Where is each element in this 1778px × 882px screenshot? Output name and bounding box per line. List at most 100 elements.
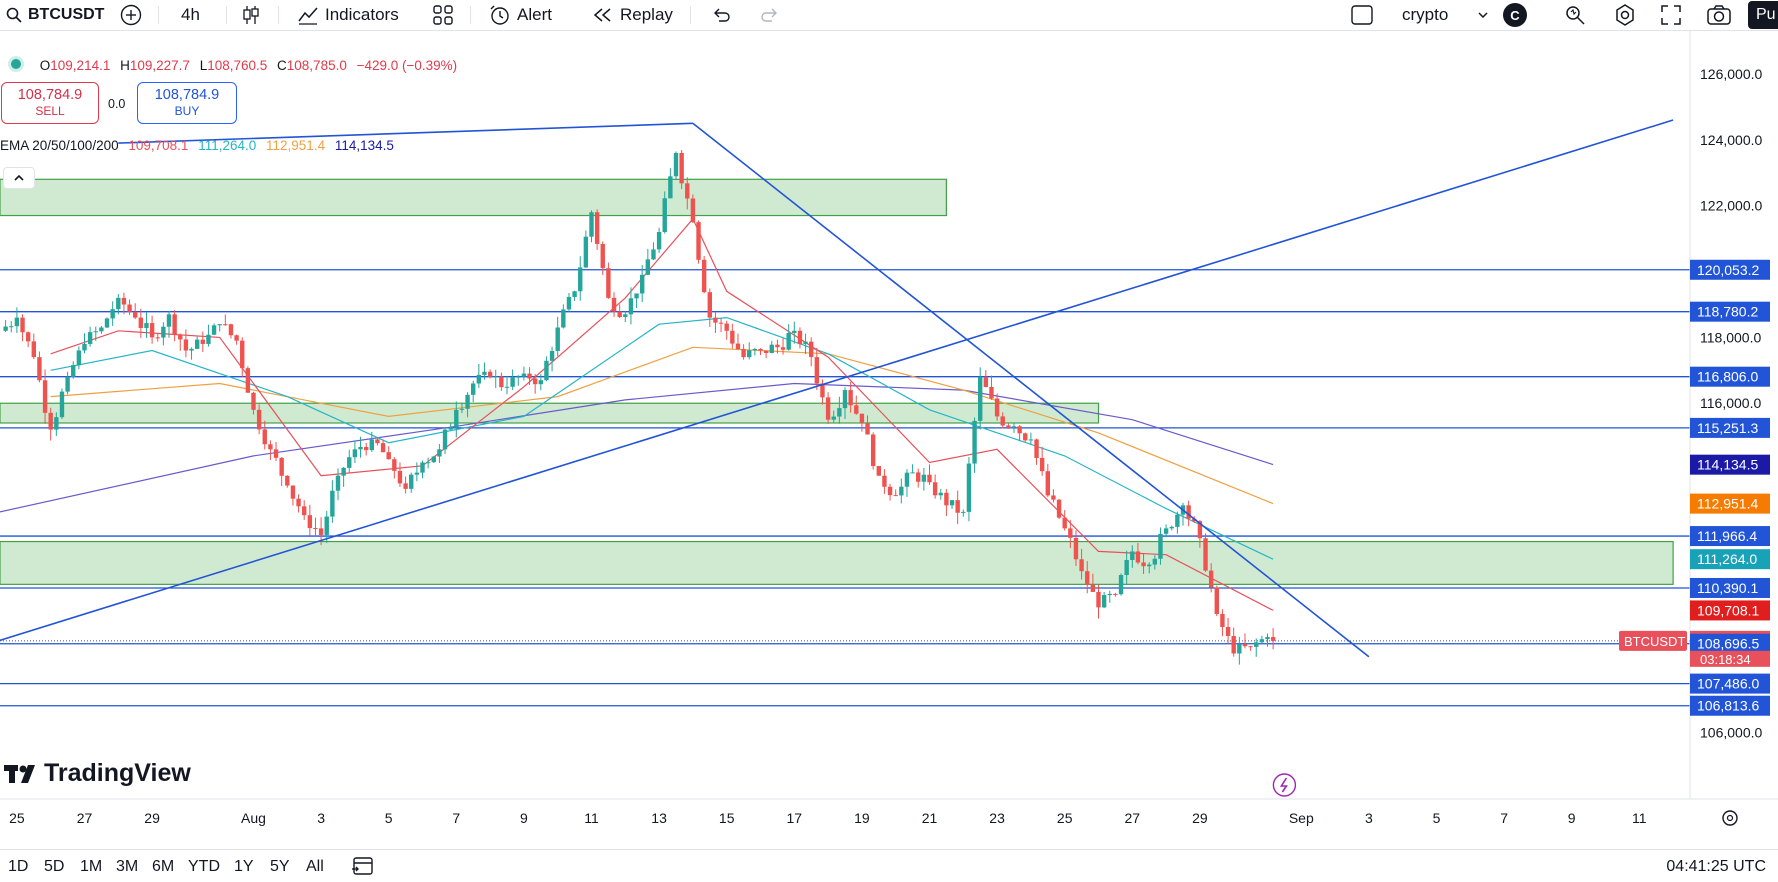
candle-body xyxy=(1220,613,1225,627)
candle-body xyxy=(1079,559,1084,572)
candle-body xyxy=(1051,495,1056,500)
goto-date-button[interactable] xyxy=(350,855,376,882)
layout-menu-button[interactable] xyxy=(1476,4,1490,26)
candle-body xyxy=(110,309,115,319)
layout-name: crypto xyxy=(1402,5,1449,24)
replay-button[interactable]: Replay xyxy=(592,4,673,26)
candle-body xyxy=(234,335,239,341)
candle-body xyxy=(14,317,20,327)
candle-body xyxy=(228,324,234,336)
ema-legend[interactable]: EMA 20/50/100/200 109,708.1 111,264.0 11… xyxy=(0,138,394,153)
candle-body xyxy=(166,314,172,327)
candle-body xyxy=(1265,637,1270,640)
x-tick-label: 23 xyxy=(989,810,1005,826)
candle-body xyxy=(223,324,228,326)
x-tick-label: 27 xyxy=(1125,810,1141,826)
price-chart[interactable]: 126,000.0 124,000.0 122,000.0 118,000.0 116,… xyxy=(0,31,1778,849)
candle-body xyxy=(606,268,611,298)
candle-body xyxy=(409,474,414,489)
range-button-1d[interactable]: 1D xyxy=(8,858,28,876)
candle-body xyxy=(966,463,972,512)
compare-button[interactable] xyxy=(120,4,142,26)
candle-body xyxy=(1107,593,1112,596)
candle-body xyxy=(54,417,59,430)
candle-body xyxy=(696,222,701,260)
range-button-6m[interactable]: 6M xyxy=(152,858,174,876)
y-tick-label: 124,000.0 xyxy=(1700,132,1762,148)
range-button-all[interactable]: All xyxy=(306,858,324,876)
sell-button[interactable]: 108,784.9 SELL xyxy=(1,82,99,124)
layout-name-button[interactable]: crypto xyxy=(1402,4,1448,26)
candle-body xyxy=(211,325,217,335)
y-tick-label: 122,000.0 xyxy=(1700,198,1762,214)
range-button-5d[interactable]: 5D xyxy=(44,858,64,876)
range-button-1y[interactable]: 1Y xyxy=(234,858,254,876)
candle-body xyxy=(532,378,538,385)
layouts-button[interactable] xyxy=(432,4,454,26)
interval-button[interactable]: 4h xyxy=(181,4,200,26)
account-avatar[interactable]: C xyxy=(1503,3,1527,27)
candle-body xyxy=(59,391,65,418)
candle-body xyxy=(797,330,803,345)
candle-body xyxy=(1135,551,1141,563)
close-label: C xyxy=(277,58,287,73)
indicators-label: Indicators xyxy=(325,5,399,24)
candle-body xyxy=(566,296,572,310)
x-tick-label: 17 xyxy=(787,810,803,826)
chart-area[interactable]: 126,000.0 124,000.0 122,000.0 118,000.0 116,… xyxy=(0,31,1778,849)
collapse-legend-button[interactable] xyxy=(3,167,35,189)
range-button-ytd[interactable]: YTD xyxy=(188,858,220,876)
square-icon xyxy=(1351,5,1373,25)
candle-body xyxy=(296,498,301,507)
candle-body xyxy=(178,334,183,340)
sell-price: 108,784.9 xyxy=(17,87,83,103)
candle-body xyxy=(324,516,329,535)
candle-body xyxy=(876,466,881,476)
open-value: 109,214.1 xyxy=(50,58,111,73)
redo-button[interactable] xyxy=(759,4,781,26)
candle-body xyxy=(538,380,543,385)
select-checkbox[interactable] xyxy=(1350,4,1374,26)
candle-body xyxy=(217,324,222,326)
symbol-status-dot xyxy=(8,56,24,72)
candle-body xyxy=(645,259,651,275)
tradingview-logo-icon xyxy=(4,764,35,783)
symbol-search[interactable]: BTCUSDT xyxy=(6,4,104,26)
candle-body xyxy=(459,408,465,410)
publish-button[interactable]: Pu xyxy=(1748,1,1778,29)
fullscreen-button[interactable] xyxy=(1659,4,1683,26)
buy-button[interactable]: 108,784.9 BUY xyxy=(137,82,237,124)
candle-body xyxy=(471,383,476,395)
alert-button[interactable]: Alert xyxy=(489,4,552,26)
range-button-3m[interactable]: 3M xyxy=(116,858,138,876)
settings-button[interactable] xyxy=(1613,4,1637,26)
candle-body xyxy=(183,339,189,351)
candle-body xyxy=(516,376,521,378)
quick-search-button[interactable] xyxy=(1563,4,1587,26)
candle-body xyxy=(718,322,724,324)
x-tick-label: 3 xyxy=(1365,810,1373,826)
indicators-button[interactable]: Indicators xyxy=(297,4,399,26)
candle-body xyxy=(690,198,696,223)
ema100-value: 112,951.4 xyxy=(266,138,326,153)
ema50-value: 111,264.0 xyxy=(198,138,257,153)
candle-body xyxy=(662,198,667,232)
utc-clock[interactable]: 04:41:25 UTC xyxy=(1666,858,1766,876)
range-button-5y[interactable]: 5Y xyxy=(270,858,290,876)
calendar-goto-icon xyxy=(352,857,373,875)
range-button-1m[interactable]: 1M xyxy=(80,858,102,876)
axis-price-badge-text: 120,053.2 xyxy=(1697,262,1759,278)
candle-body xyxy=(668,176,673,199)
ema50-line xyxy=(50,316,1274,560)
candle-body xyxy=(99,327,104,332)
candle-body xyxy=(1237,644,1242,654)
candle-body xyxy=(499,376,504,388)
snapshot-button[interactable] xyxy=(1706,4,1732,26)
candle-body xyxy=(983,376,989,387)
x-tick-label: 19 xyxy=(854,810,870,826)
ema100-line xyxy=(50,346,1274,505)
candle-body xyxy=(37,357,42,381)
chart-type-button[interactable] xyxy=(240,4,262,26)
undo-button[interactable] xyxy=(710,4,732,26)
candle-body xyxy=(87,332,93,344)
